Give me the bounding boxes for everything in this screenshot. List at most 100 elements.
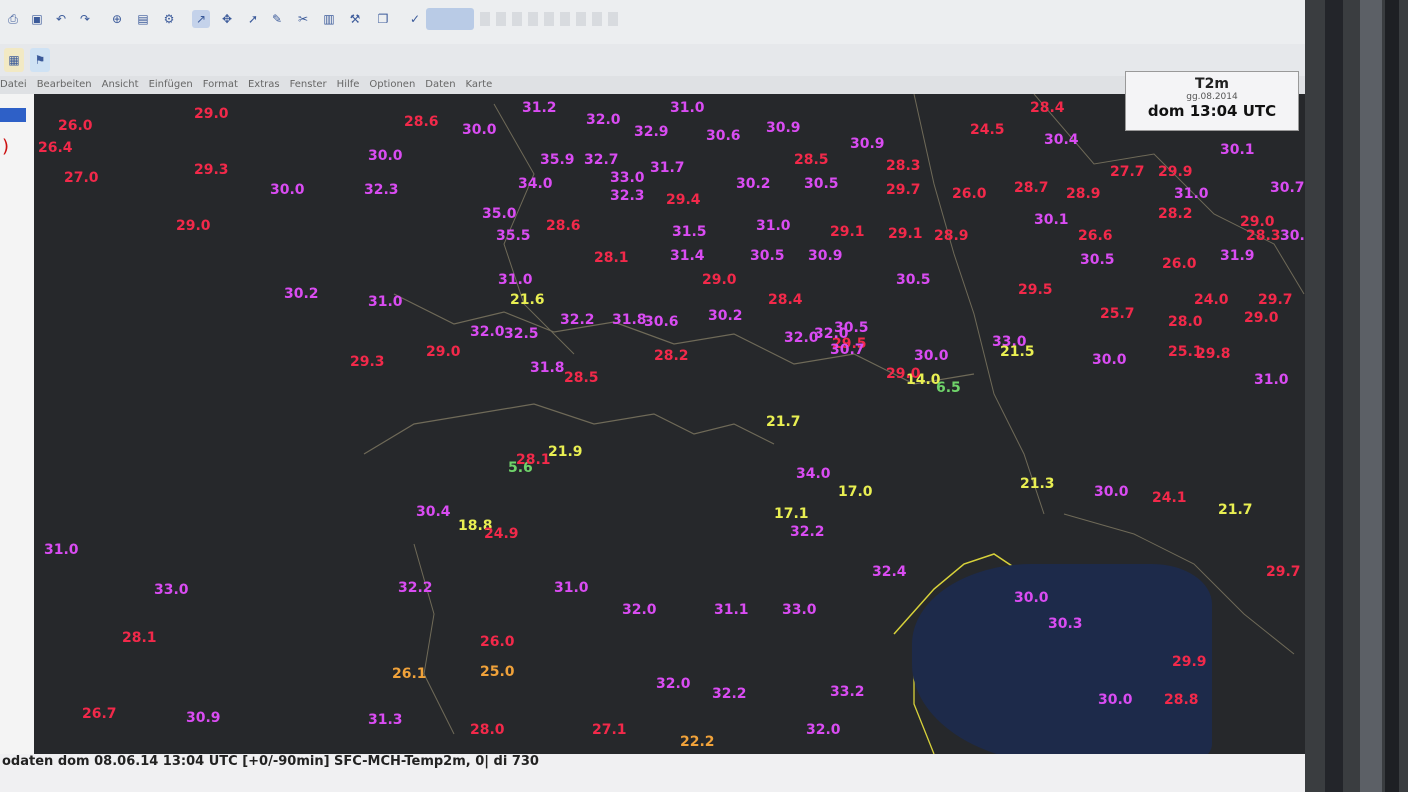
station-temperature-value: 31.0 <box>368 294 403 310</box>
cut-icon[interactable]: ✂ <box>294 10 312 28</box>
menu-item[interactable]: Hilfe <box>337 76 360 90</box>
legend-title: T2m <box>1195 76 1229 92</box>
station-temperature-value: 21.3 <box>1020 476 1055 492</box>
menu-item[interactable]: Optionen <box>369 76 415 90</box>
station-temperature-value: 31.0 <box>1174 186 1209 202</box>
menu-item[interactable]: Daten <box>425 76 455 90</box>
edit-icon[interactable]: ✎ <box>268 10 286 28</box>
zoom-icon[interactable]: ⊕ <box>108 10 126 28</box>
station-temperature-value: 27.0 <box>64 170 99 186</box>
redo-icon[interactable]: ↷ <box>76 10 94 28</box>
station-temperature-value: 26.6 <box>1078 228 1113 244</box>
check-icon[interactable]: ✓ <box>406 10 424 28</box>
status-text: odaten dom 08.06.14 13:04 UTC [+0/-90min… <box>2 754 539 769</box>
legend-subtitle: gg.08.2014 <box>1186 92 1238 102</box>
station-temperature-value: 26.0 <box>952 186 987 202</box>
station-temperature-value: 30.4 <box>416 504 451 520</box>
monitor-bezel <box>1305 0 1408 792</box>
station-temperature-value: 28.1 <box>594 250 629 266</box>
menu-item[interactable]: Einfügen <box>149 76 193 90</box>
station-temperature-value: 27.7 <box>1110 164 1145 180</box>
menu-item[interactable]: Fenster <box>290 76 327 90</box>
save-icon[interactable]: ▣ <box>28 10 46 28</box>
station-temperature-value: 33.0 <box>610 170 645 186</box>
station-temperature-value: 32.0 <box>470 324 505 340</box>
selection-field[interactable] <box>426 8 474 30</box>
tools-icon[interactable]: ⚒ <box>346 10 364 28</box>
station-temperature-value: 29.0 <box>176 218 211 234</box>
station-temperature-value: 24.9 <box>484 526 519 542</box>
station-temperature-value: 30.0 <box>368 148 403 164</box>
draw-line-icon[interactable]: ↗ <box>192 10 210 28</box>
station-temperature-value: 21.7 <box>1218 502 1253 518</box>
legend-box: T2m gg.08.2014 dom 13:04 UTC <box>1125 71 1299 131</box>
station-temperature-value: 26.1 <box>392 666 427 682</box>
station-temperature-value: 33.0 <box>782 602 817 618</box>
station-temperature-value: 30.5 <box>896 272 931 288</box>
layers-icon[interactable]: ▤ <box>134 10 152 28</box>
menu-item[interactable]: Datei <box>0 76 27 90</box>
map-tool-icon[interactable]: ⚑ <box>30 48 50 72</box>
station-temperature-value: 32.2 <box>398 580 433 596</box>
station-temperature-value: 32.3 <box>364 182 399 198</box>
menu-item[interactable]: Karte <box>466 76 493 90</box>
print-icon[interactable]: ⎙ <box>4 10 22 28</box>
station-temperature-value: 32.2 <box>560 312 595 328</box>
station-temperature-value: 28.5 <box>794 152 829 168</box>
station-temperature-value: 28.7 <box>1014 180 1049 196</box>
undo-icon[interactable]: ↶ <box>52 10 70 28</box>
station-temperature-value: 30.9 <box>186 710 221 726</box>
station-temperature-value: 29.0 <box>702 272 737 288</box>
station-temperature-value: 27.1 <box>592 722 627 738</box>
settings-icon[interactable]: ⚙ <box>160 10 178 28</box>
station-temperature-value: 24.1 <box>1152 490 1187 506</box>
station-temperature-value: 28.0 <box>1168 314 1203 330</box>
station-temperature-value: 31.5 <box>672 224 707 240</box>
copy-icon[interactable]: ❐ <box>374 10 392 28</box>
selected-item[interactable] <box>0 108 26 122</box>
station-temperature-value: 30.1 <box>1220 142 1255 158</box>
station-temperature-value: 32.9 <box>634 124 669 140</box>
pointer-icon[interactable]: ➚ <box>244 10 262 28</box>
menu-item[interactable]: Bearbeiten <box>37 76 92 90</box>
station-temperature-value: 28.0 <box>470 722 505 738</box>
station-temperature-value: 30.6 <box>706 128 741 144</box>
station-temperature-value: 24.5 <box>970 122 1005 138</box>
station-temperature-value: 21.7 <box>766 414 801 430</box>
station-temperature-value: 25.7 <box>1100 306 1135 322</box>
station-temperature-value: 31.3 <box>368 712 403 728</box>
folder-icon[interactable]: ▦ <box>4 48 24 72</box>
station-temperature-value: 31.1 <box>714 602 749 618</box>
status-bar: odaten dom 08.06.14 13:04 UTC [+0/-90min… <box>0 754 1305 792</box>
chart-icon[interactable]: ▥ <box>320 10 338 28</box>
secondary-toolbar: ▦ ⚑ <box>0 44 1305 76</box>
station-temperature-value: 26.0 <box>1162 256 1197 272</box>
station-temperature-value: 30.0 <box>1014 590 1049 606</box>
station-temperature-value: 28.6 <box>546 218 581 234</box>
station-temperature-value: 30.2 <box>284 286 319 302</box>
station-temperature-value: 33.2 <box>830 684 865 700</box>
menu-bar: Datei Bearbeiten Ansicht Einfügen Format Extr… <box>0 76 1305 94</box>
legend-time: dom 13:04 UTC <box>1147 102 1277 120</box>
station-temperature-value: 22.2 <box>680 734 715 750</box>
station-temperature-value: 31.2 <box>522 100 557 116</box>
menu-item[interactable]: Extras <box>248 76 280 90</box>
adriatic-sea <box>912 564 1212 754</box>
station-temperature-value: 33.0 <box>154 582 189 598</box>
station-temperature-value: 32.0 <box>814 326 849 342</box>
station-temperature-value: 6.5 <box>936 380 961 396</box>
station-temperature-value: 28.1 <box>122 630 157 646</box>
station-temperature-value: 17.1 <box>774 506 809 522</box>
station-temperature-value: 29.0 <box>194 106 229 122</box>
station-temperature-value: 30.9 <box>766 120 801 136</box>
station-temperature-value: 31.8 <box>612 312 647 328</box>
station-temperature-value: 32.7 <box>584 152 619 168</box>
station-temperature-value: 28.9 <box>934 228 969 244</box>
menu-item[interactable]: Format <box>203 76 238 90</box>
toolbar: ⎙ ▣ ↶ ↷ ⊕ ▤ ⚙ ↗ ✥ ➚ ✎ ✂ ▥ ⚒ ❐ ✓ <box>0 0 1305 45</box>
move-icon[interactable]: ✥ <box>218 10 236 28</box>
temperature-map: 26.0 29.0 28.6 30.0 31.2 32.0 31.0 28.4 26.4 30.0… <box>34 94 1305 754</box>
station-temperature-value: 31.0 <box>756 218 791 234</box>
menu-item[interactable]: Ansicht <box>102 76 139 90</box>
station-temperature-value: 29.4 <box>666 192 701 208</box>
